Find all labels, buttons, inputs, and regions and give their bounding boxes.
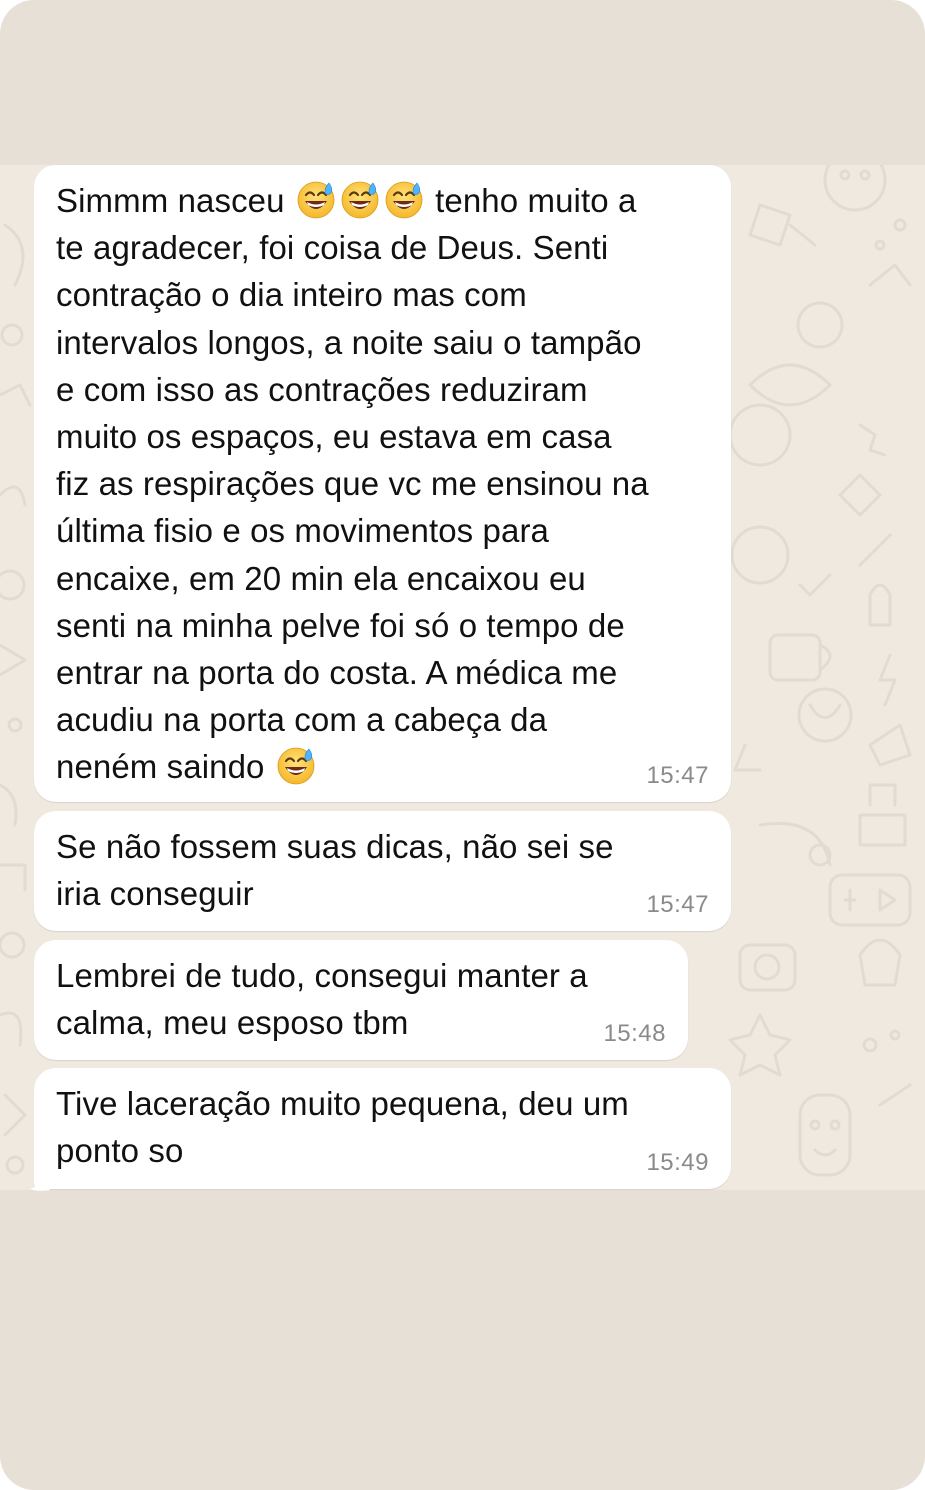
message-bubble[interactable]: Se não fossem suas dicas, não sei se iri… [34,811,731,931]
grinning-sweat-emoji [277,748,315,785]
message-timestamp: 15:47 [646,762,709,789]
message-bubble[interactable]: Simmm nasceu tenho muito a te agradecer,… [34,165,731,802]
grinning-sweat-emoji [297,181,335,219]
message-timestamp: 15:47 [646,891,709,918]
message-text: Lembrei de tudo, consegui manter a calma… [56,957,588,1042]
grinning-sweat-emoji [385,181,423,219]
message-text-segment: Simmm nasceu [56,182,294,219]
screenshot-frame: Simmm nasceu tenho muito a te agradecer,… [0,0,925,1490]
message-text: Tive laceração muito pequena, deu um pon… [56,1085,629,1170]
message-bubble[interactable]: Lembrei de tudo, consegui manter a calma… [34,940,688,1060]
bubble-tail [30,1180,50,1191]
message-timestamp: 15:49 [646,1149,709,1176]
message-bubble[interactable]: Tive laceração muito pequena, deu um pon… [34,1068,731,1189]
message-text: Se não fossem suas dicas, não sei se iri… [56,828,614,913]
message-timestamp: 15:48 [603,1020,666,1047]
message-text: Simmm nasceu tenho muito a te agradecer,… [56,177,709,791]
message-text-segment: tenho muito a te agradecer, foi coisa de… [56,182,649,786]
grinning-sweat-emoji [341,181,379,219]
